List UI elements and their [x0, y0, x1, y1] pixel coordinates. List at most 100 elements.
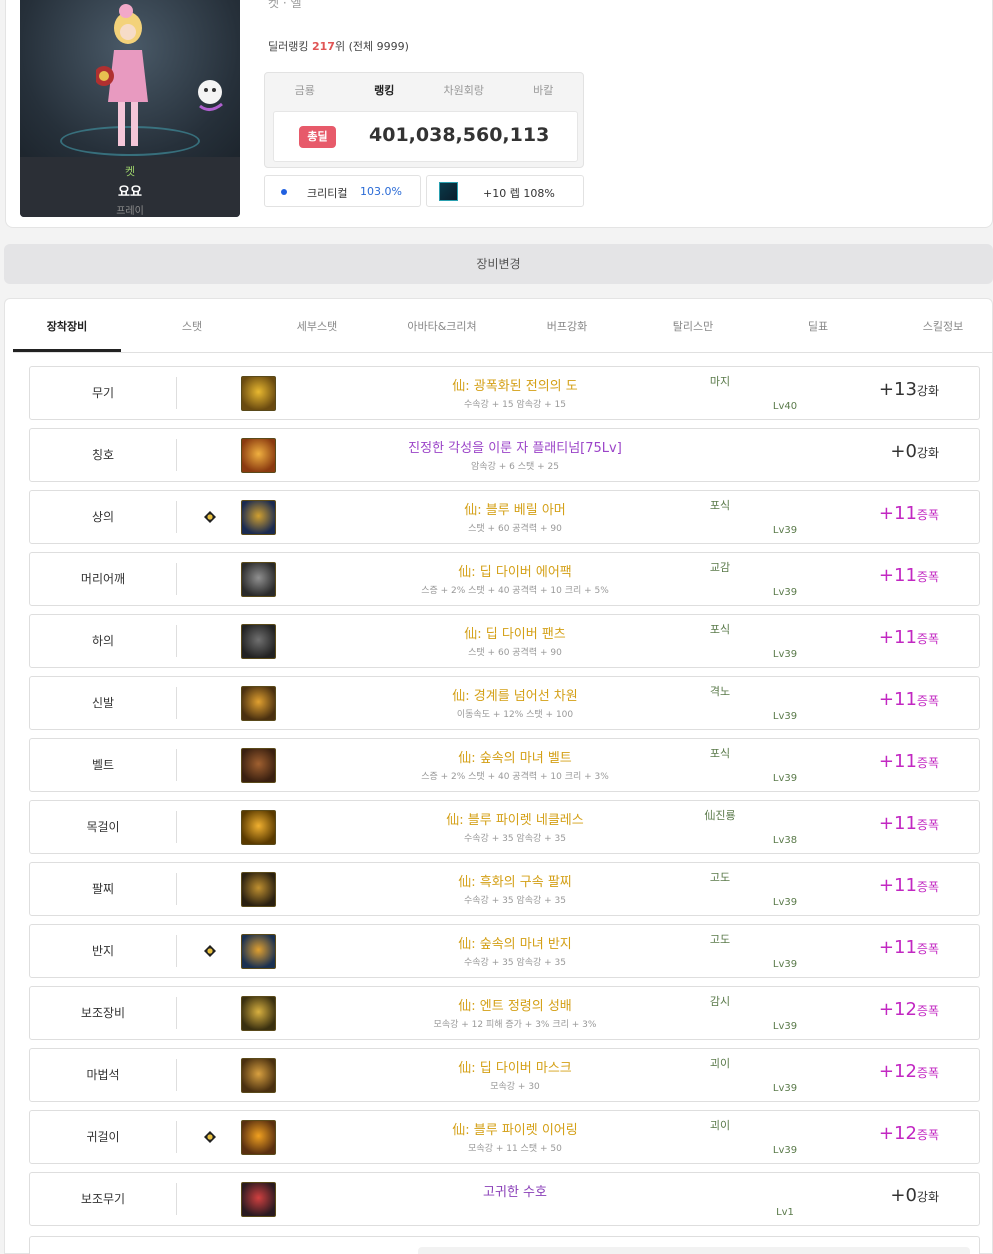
buff-skill-icon	[439, 182, 458, 201]
equipment-row[interactable]: 하의 仙: 딥 다이버 팬츠 스탯 + 60 공격력 + 90 포식 Lv39 +11증폭	[29, 614, 980, 668]
equipment-row[interactable]: 목걸이 仙: 블루 파이렛 네클레스 수속강 + 35 암속강 + 35 仙진룡 Lv3…	[29, 800, 980, 854]
equipment-name[interactable]: 仙: 광폭화된 전의의 도	[330, 375, 700, 394]
equipment-level: Lv39	[772, 1083, 798, 1094]
equipment-options: 모속강 + 30	[490, 1082, 540, 1092]
shoulder-icon[interactable]	[241, 562, 276, 597]
divider	[176, 625, 177, 657]
equipment-slot-label: 귀걸이	[86, 1130, 120, 1144]
equipment-level: Lv38	[772, 835, 798, 846]
equipment-name[interactable]: 仙: 딥 다이버 마스크	[330, 1057, 700, 1076]
stats-tab[interactable]: 바칼	[504, 82, 584, 98]
equipment-name[interactable]: 仙: 숲속의 마녀 벨트	[330, 747, 700, 766]
stats-tab[interactable]: 금룡	[265, 82, 345, 98]
enhancement-unit: 증폭	[916, 1128, 939, 1142]
equipment-slot-label: 반지	[91, 944, 115, 958]
equipment-slot-label: 마법석	[86, 1068, 120, 1082]
equipment-options: 스증 + 2% 스탯 + 40 공격력 + 10 크리 + 5%	[421, 586, 609, 596]
equipment-slot-label: 하의	[91, 634, 115, 648]
title-icon[interactable]	[241, 438, 276, 473]
equipment-name[interactable]: 仙: 흑화의 구속 팔찌	[330, 871, 700, 890]
tab-item-5[interactable]: 탈리스만	[639, 305, 747, 352]
enhancement-value: +12증폭	[879, 1061, 939, 1082]
rank-value: 217	[311, 40, 335, 53]
equipment-row[interactable]: 상의 仙: 블루 베릴 아머 스탯 + 60 공격력 + 90 포식 Lv39 +11증폭	[29, 490, 980, 544]
equipment-row[interactable]: 귀걸이 仙: 블루 파이렛 이어링 모속강 + 11 스탯 + 50 괴이 Lv39 +1…	[29, 1110, 980, 1164]
equipment-row[interactable]: 보조무기 고귀한 수호 Lv1 +0강화	[29, 1172, 980, 1226]
equipment-name[interactable]: 仙: 경계를 넘어선 차원	[330, 685, 700, 704]
tab-item-1[interactable]: 스탯	[138, 305, 246, 352]
equipment-name[interactable]: 仙: 엔트 정령의 성배	[330, 995, 700, 1014]
profile-panel: 켓 요요 프레이 켓 · 엘 딜러랭킹 217위 (전체 9999) 금룡 랭킹 차…	[5, 0, 993, 228]
equipment-name[interactable]: 고귀한 수호	[330, 1181, 700, 1200]
equipment-slot-label: 보조장비	[80, 1006, 126, 1020]
magic-stone-icon[interactable]	[241, 1058, 276, 1093]
tab-item-3[interactable]: 아바타&크리쳐	[388, 305, 496, 352]
equipment-name[interactable]: 仙: 딥 다이버 팬츠	[330, 623, 700, 642]
dealer-ranking: 딜러랭킹 217위 (전체 9999)	[268, 38, 409, 54]
equipment-name[interactable]: 仙: 블루 베릴 아머	[330, 499, 700, 518]
tab-bar: 장착장비 스탯 세부스탯 아바타&크리쳐 버프강화 탈리스만 딜표 스킬정보	[13, 305, 992, 353]
divider	[176, 873, 177, 905]
equipment-options: 스탯 + 60 공격력 + 90	[468, 524, 562, 534]
bracelet-icon[interactable]	[241, 872, 276, 907]
divider	[176, 935, 177, 967]
change-equipment-button[interactable]: 장비변경	[4, 244, 993, 284]
equipment-options: 모속강 + 12 피해 증가 + 3% 크리 + 3%	[433, 1020, 597, 1030]
divider	[176, 997, 177, 1029]
equipment-row[interactable]: 신발 仙: 경계를 넘어선 차원 이동속도 + 12% 스탯 + 100 격노 Lv39…	[29, 676, 980, 730]
equipment-row[interactable]: 무기 仙: 광폭화된 전의의 도 수속강 + 15 암속강 + 15 마지 Lv40 +1…	[29, 366, 980, 420]
equipment-row[interactable]: 마법석 仙: 딥 다이버 마스크 모속강 + 30 괴이 Lv39 +12증폭	[29, 1048, 980, 1102]
enhancement-value: +0강화	[890, 1185, 939, 1206]
stats-tab[interactable]: 차원회랑	[424, 82, 504, 98]
tab-item-7[interactable]: 스킬정보	[889, 305, 993, 352]
equipment-row[interactable]: 팔찌 仙: 흑화의 구속 팔찌 수속강 + 35 암속강 + 35 고도 Lv39 +11…	[29, 862, 980, 916]
tab-item-2[interactable]: 세부스탯	[263, 305, 371, 352]
row-placeholder	[418, 1247, 970, 1254]
enhancement-number: +12	[878, 1061, 917, 1082]
ring-icon[interactable]	[241, 934, 276, 969]
equipment-name[interactable]: 仙: 블루 파이렛 네클레스	[330, 809, 700, 828]
top-armor-icon[interactable]	[241, 500, 276, 535]
total-damage-badge: 총딜	[299, 126, 336, 148]
equipment-level: Lv39	[772, 897, 798, 908]
belt-icon[interactable]	[241, 748, 276, 783]
shoes-icon[interactable]	[241, 686, 276, 721]
enhancement-value: +11증폭	[879, 503, 939, 524]
equipment-row[interactable]: 벨트 仙: 숲속의 마녀 벨트 스증 + 2% 스탯 + 40 공격력 + 10 크…	[29, 738, 980, 792]
equipment-name[interactable]: 진정한 각성을 이룬 자 플래티넘[75Lv]	[330, 437, 700, 456]
equipment-row[interactable]: 칭호 진정한 각성을 이룬 자 플래티넘[75Lv] 암속강 + 6 스탯 + 25…	[29, 428, 980, 482]
fusion-tag: 포식	[709, 623, 731, 636]
equipment-row[interactable]: 머리어깨 仙: 딥 다이버 에어팩 스증 + 2% 스탯 + 40 공격력 + 10…	[29, 552, 980, 606]
character-card: 켓 요요 프레이	[20, 0, 240, 217]
pants-icon[interactable]	[241, 624, 276, 659]
equipment-name[interactable]: 仙: 블루 파이렛 이어링	[330, 1119, 700, 1138]
sub-weapon-icon[interactable]	[241, 1182, 276, 1217]
equipment-name[interactable]: 仙: 딥 다이버 에어팩	[330, 561, 700, 580]
equipment-row[interactable]: 반지 仙: 숲속의 마녀 반지 수속강 + 35 암속강 + 35 고도 Lv39 +11…	[29, 924, 980, 978]
equipment-slot-label: 벨트	[91, 758, 115, 772]
equipment-level: Lv39	[772, 649, 798, 660]
equipment-level: Lv1	[776, 1207, 794, 1218]
fusion-tag: 포식	[709, 747, 731, 760]
earring-icon[interactable]	[241, 1120, 276, 1155]
enhancement-value: +12증폭	[879, 999, 939, 1020]
equipment-name[interactable]: 仙: 숲속의 마녀 반지	[330, 933, 700, 952]
tab-equipment[interactable]: 장착장비	[13, 305, 121, 352]
divider	[176, 811, 177, 843]
tab-item-6[interactable]: 딜표	[764, 305, 872, 352]
fusion-tag: 포식	[709, 499, 731, 512]
weapon-icon[interactable]	[241, 376, 276, 411]
set-mark-icon	[204, 945, 216, 957]
tab-item-4[interactable]: 버프강화	[513, 305, 621, 352]
table-row	[29, 1236, 980, 1254]
character-background	[20, 0, 240, 157]
equipment-row[interactable]: 보조장비 仙: 엔트 정령의 성배모속강 + 12 피해 증가 + 3% 크리 +…	[29, 986, 980, 1040]
necklace-icon[interactable]	[241, 810, 276, 845]
enhancement-number: +11	[878, 627, 917, 648]
fusion-tag: 괴이	[709, 1119, 731, 1132]
enhancement-number: +11	[878, 751, 917, 772]
stats-tab[interactable]: 랭킹	[345, 82, 425, 98]
divider	[176, 749, 177, 781]
enhancement-number: +12	[878, 999, 917, 1020]
sub-equipment-icon[interactable]	[241, 996, 276, 1031]
